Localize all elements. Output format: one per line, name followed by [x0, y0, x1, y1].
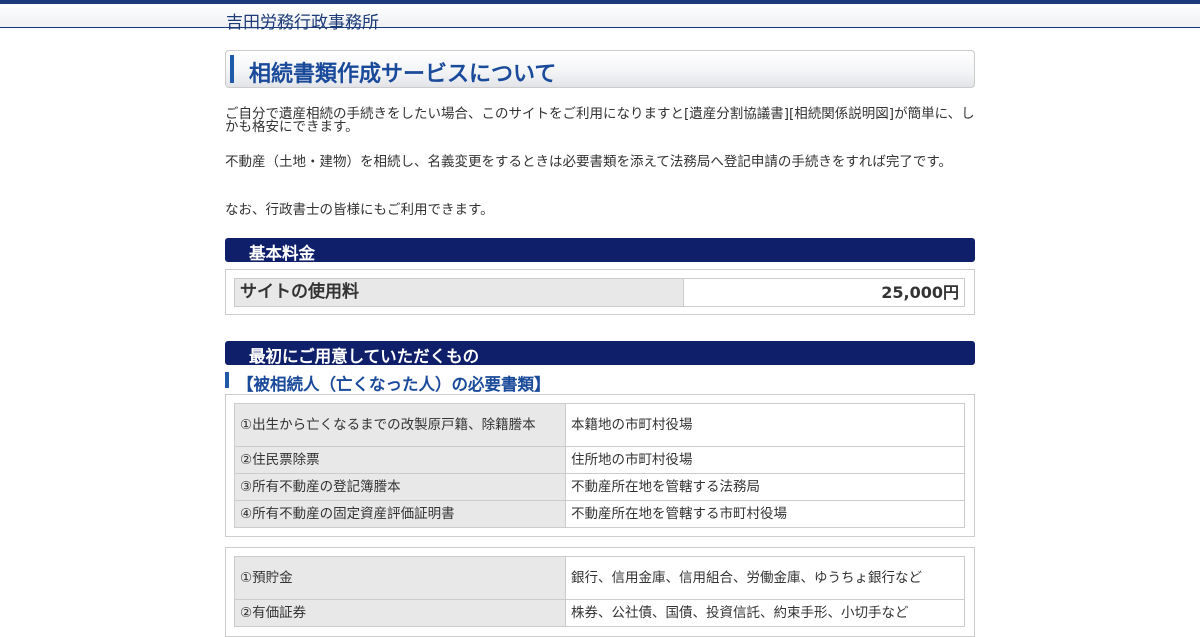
fee-section-header: 基本料金	[225, 238, 975, 263]
fee-table: サイトの使用料 25,000円	[234, 278, 965, 307]
fee-box: サイトの使用料 25,000円	[225, 269, 975, 315]
site-title[interactable]: 吉田労務行政事務所	[226, 8, 379, 33]
intro-paragraph-2: 不動産（土地・建物）を相続し、名義変更をするときは必要書類を添えて法務局へ登記申…	[225, 154, 952, 170]
sub-heading-accent-bar	[225, 372, 229, 388]
table-row: ①出生から亡くなるまでの改製原戸籍、除籍謄本 本籍地の市町村役場	[234, 403, 965, 447]
document-source: 不動産所在地を管轄する市町村役場	[565, 500, 965, 528]
document-source: 不動産所在地を管轄する法務局	[565, 473, 965, 501]
fee-value: 25,000円	[683, 278, 965, 307]
document-item: ②住民票除票	[234, 446, 566, 474]
table-row: サイトの使用料 25,000円	[234, 278, 965, 307]
page-title: 相続書類作成サービスについて	[249, 62, 557, 87]
asset-examples: 銀行、信用金庫、信用組合、労働金庫、ゆうちょ銀行など	[565, 556, 965, 600]
fee-label: サイトの使用料	[234, 278, 684, 307]
document-item: ③所有不動産の登記簿謄本	[234, 473, 566, 501]
heading-accent-bar	[230, 55, 234, 83]
prep-section-title: 最初にご用意していただくもの	[249, 347, 480, 366]
document-source: 住所地の市町村役場	[565, 446, 965, 474]
sub-heading: 【被相続人（亡くなった人）の必要書類】	[225, 371, 975, 394]
sub-heading-title: 【被相続人（亡くなった人）の必要書類】	[237, 375, 551, 394]
asset-item: ②有価証券	[234, 599, 566, 627]
document-item: ①出生から亡くなるまでの改製原戸籍、除籍謄本	[234, 403, 566, 447]
site-header: 吉田労務行政事務所	[0, 0, 1200, 33]
assets-table: ①預貯金 銀行、信用金庫、信用組合、労働金庫、ゆうちょ銀行など ②有価証券 株券…	[234, 556, 965, 627]
intro-paragraph-3: なお、行政書士の皆様にもご利用できます。	[225, 202, 494, 218]
documents-box: ①出生から亡くなるまでの改製原戸籍、除籍謄本 本籍地の市町村役場 ②住民票除票 …	[225, 394, 975, 537]
intro-paragraph-1: ご自分で遺産相続の手続きをしたい場合、このサイトをご利用になりますと[遺産分割協…	[225, 106, 975, 135]
table-row: ②有価証券 株券、公社債、国債、投資信託、約束手形、小切手など	[234, 599, 965, 627]
table-row: ②住民票除票 住所地の市町村役場	[234, 446, 965, 474]
fee-section-title: 基本料金	[249, 244, 315, 263]
asset-item: ①預貯金	[234, 556, 566, 600]
asset-examples: 株券、公社債、国債、投資信託、約束手形、小切手など	[565, 599, 965, 627]
prep-section-header: 最初にご用意していただくもの	[225, 341, 975, 366]
page-heading: 相続書類作成サービスについて	[225, 50, 975, 88]
assets-box: ①預貯金 銀行、信用金庫、信用組合、労働金庫、ゆうちょ銀行など ②有価証券 株券…	[225, 547, 975, 637]
table-row: ①預貯金 銀行、信用金庫、信用組合、労働金庫、ゆうちょ銀行など	[234, 556, 965, 600]
document-source: 本籍地の市町村役場	[565, 403, 965, 447]
documents-table: ①出生から亡くなるまでの改製原戸籍、除籍謄本 本籍地の市町村役場 ②住民票除票 …	[234, 403, 965, 528]
table-row: ④所有不動産の固定資産評価証明書 不動産所在地を管轄する市町村役場	[234, 500, 965, 528]
table-row: ③所有不動産の登記簿謄本 不動産所在地を管轄する法務局	[234, 473, 965, 501]
document-item: ④所有不動産の固定資産評価証明書	[234, 500, 566, 528]
